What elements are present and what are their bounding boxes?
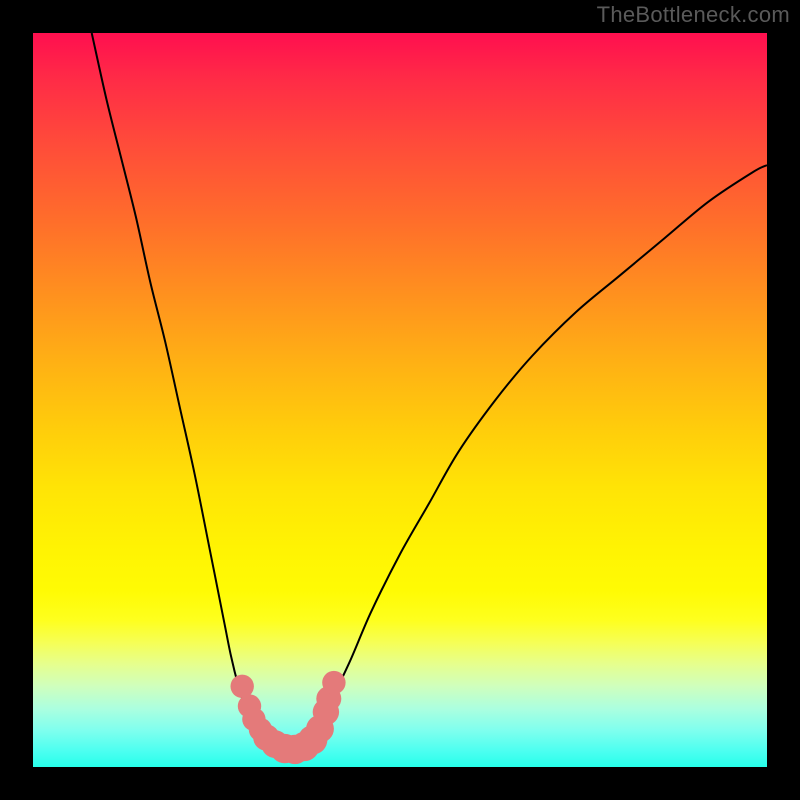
left-curve: [92, 33, 268, 730]
right-curve: [312, 165, 767, 730]
chart-frame: TheBottleneck.com: [0, 0, 800, 800]
watermark-text: TheBottleneck.com: [597, 2, 790, 28]
min-markers: [231, 671, 346, 764]
min-marker: [322, 671, 345, 694]
plot-area: [33, 33, 767, 767]
curves-layer: [33, 33, 767, 767]
